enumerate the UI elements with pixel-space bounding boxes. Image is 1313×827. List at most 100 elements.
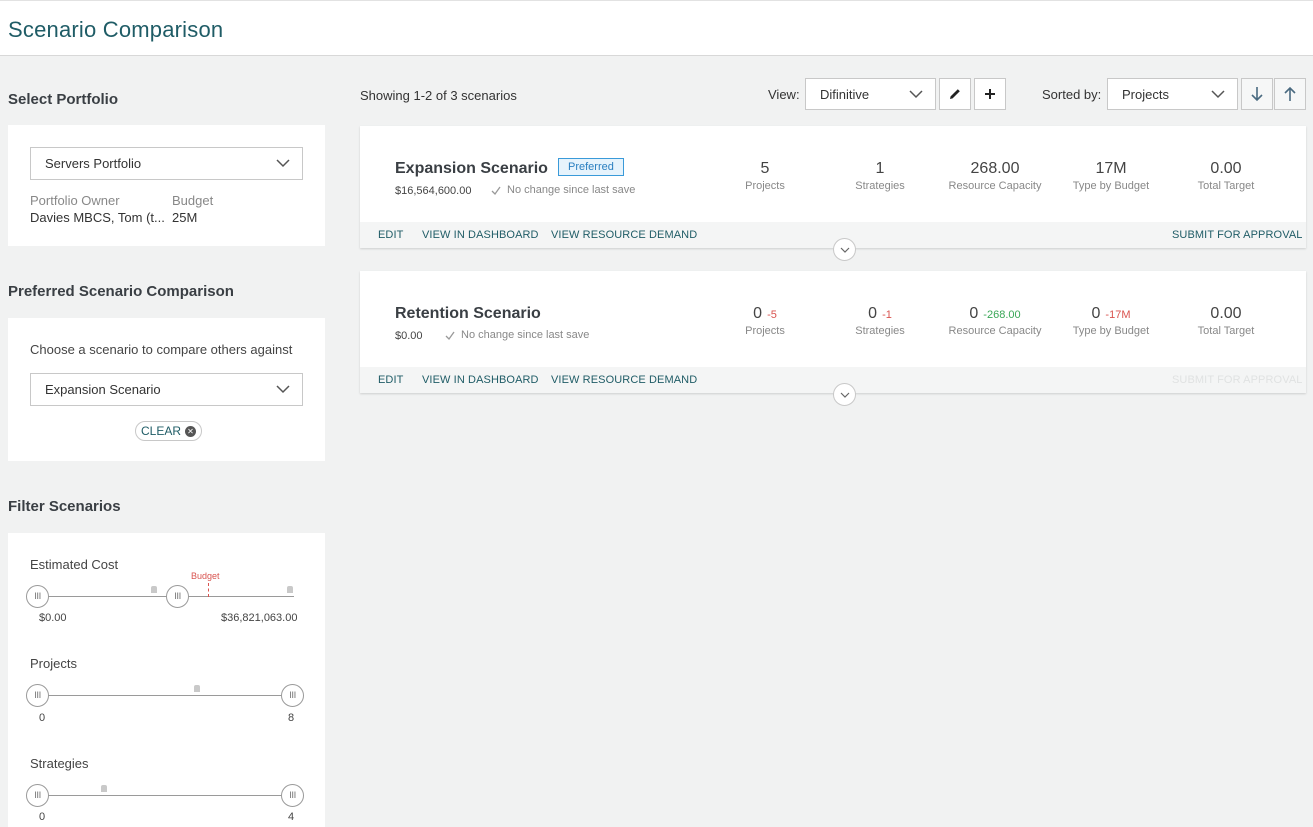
projects-filter-label: Projects: [30, 656, 77, 671]
preferred-comparison-title: Preferred Scenario Comparison: [8, 283, 234, 300]
view-resource-demand-link[interactable]: VIEW RESOURCE DEMAND: [551, 374, 697, 386]
view-select-value: Difinitive: [820, 86, 870, 102]
portfolio-owner-label: Portfolio Owner: [30, 193, 120, 208]
strategies-track: [38, 795, 294, 796]
strategies-max-handle[interactable]: III: [281, 784, 304, 807]
metric-delta: -17M: [1105, 309, 1131, 321]
strategies-min: 0: [39, 811, 46, 823]
sorted-by-label: Sorted by:: [1042, 87, 1102, 102]
preferred-prompt: Choose a scenario to compare others agai…: [30, 342, 293, 357]
portfolio-owner-value: Davies MBCS, Tom (t...: [30, 210, 165, 225]
budget-value: 25M: [172, 210, 198, 225]
projects-max: 8: [288, 712, 295, 724]
histogram-bar: [194, 685, 200, 692]
scenario-name[interactable]: Expansion Scenario: [395, 160, 548, 178]
metric-label: Strategies: [855, 325, 905, 337]
metric-label: Strategies: [855, 180, 905, 192]
scenario-name[interactable]: Retention Scenario: [395, 305, 541, 323]
scenario-cost: $16,564,600.00: [395, 185, 472, 197]
view-label: View:: [768, 87, 800, 102]
edit-view-button[interactable]: [939, 78, 971, 110]
projects-min-handle[interactable]: III: [26, 684, 49, 707]
chevron-down-icon: [1211, 90, 1225, 99]
metric-label: Resource Capacity: [948, 325, 1042, 337]
page-title: Scenario Comparison: [8, 17, 224, 42]
budget-label: Budget: [172, 193, 214, 208]
filter-panel: Estimated Cost Budget III III $0.00 $36,…: [8, 533, 325, 827]
chevron-down-icon: [276, 159, 290, 168]
metric-projects: 5 Projects: [705, 160, 825, 192]
strategies-min-handle[interactable]: III: [26, 784, 49, 807]
chevron-down-icon: [276, 385, 290, 394]
submit-for-approval-link: SUBMIT FOR APPROVAL: [1172, 374, 1303, 386]
preferred-panel: Choose a scenario to compare others agai…: [8, 318, 325, 461]
preferred-scenario-select[interactable]: Expansion Scenario: [30, 373, 303, 406]
budget-marker-label: Budget: [191, 571, 220, 581]
strategies-filter-label: Strategies: [30, 756, 89, 771]
scenario-card: Retention Scenario $0.00 No change since…: [360, 271, 1306, 406]
select-portfolio-title: Select Portfolio: [8, 91, 119, 108]
view-in-dashboard-link[interactable]: VIEW IN DASHBOARD: [422, 229, 539, 241]
view-in-dashboard-link[interactable]: VIEW IN DASHBOARD: [422, 374, 539, 386]
metric-value: 0.00: [1210, 305, 1242, 322]
page-header: Scenario Comparison: [0, 0, 1313, 56]
metric-label: Type by Budget: [1072, 325, 1150, 337]
metric-value: 5: [760, 160, 770, 177]
portfolio-select[interactable]: Servers Portfolio: [30, 147, 303, 180]
sort-select[interactable]: Projects: [1107, 78, 1238, 110]
metric-label: Type by Budget: [1072, 180, 1150, 192]
view-select[interactable]: Difinitive: [805, 78, 936, 110]
edit-link[interactable]: EDIT: [378, 229, 403, 241]
arrow-up-icon: [1284, 86, 1296, 101]
metric-total-target: 0.00 Total Target: [1166, 305, 1286, 337]
clear-label: CLEAR: [141, 424, 182, 438]
add-view-button[interactable]: [974, 78, 1006, 110]
submit-for-approval-link[interactable]: SUBMIT FOR APPROVAL: [1172, 229, 1302, 241]
close-icon: ✕: [185, 425, 197, 437]
sort-ascending-button[interactable]: [1274, 78, 1306, 110]
metric-label: Projects: [745, 325, 785, 337]
metric-value: 0: [753, 305, 763, 322]
expand-button[interactable]: [833, 383, 856, 406]
metric-resource-capacity: 268.00 Resource Capacity: [935, 160, 1055, 192]
portfolio-select-value: Servers Portfolio: [45, 156, 142, 171]
chevron-down-icon: [840, 247, 849, 253]
check-icon: [491, 186, 501, 195]
metric-resource-capacity: 0 -268.00 Resource Capacity: [935, 305, 1055, 337]
save-status-text: No change since last save: [461, 329, 590, 341]
check-icon: [445, 331, 455, 340]
projects-track: [38, 695, 294, 696]
projects-min: 0: [39, 712, 46, 724]
view-resource-demand-link[interactable]: VIEW RESOURCE DEMAND: [551, 229, 697, 241]
chevron-down-icon: [909, 90, 923, 99]
save-status: No change since last save: [445, 329, 589, 341]
estimated-cost-label: Estimated Cost: [30, 557, 119, 572]
estimated-cost-min-handle[interactable]: III: [26, 585, 49, 608]
save-status: No change since last save: [491, 184, 635, 196]
filter-scenarios-title: Filter Scenarios: [8, 498, 121, 515]
metric-value: 0: [1091, 305, 1101, 322]
metric-type-by-budget: 0 -17M Type by Budget: [1051, 305, 1171, 337]
metric-label: Resource Capacity: [948, 180, 1042, 192]
sort-select-value: Projects: [1122, 86, 1169, 102]
metric-strategies: 1 Strategies: [820, 160, 940, 192]
estimated-cost-max-handle[interactable]: III: [166, 585, 189, 608]
metric-value: 1: [875, 160, 885, 177]
estimated-cost-min: $0.00: [39, 612, 67, 624]
metric-value: 268.00: [970, 160, 1020, 177]
clear-button[interactable]: CLEAR ✕: [135, 421, 203, 441]
edit-link[interactable]: EDIT: [378, 374, 403, 386]
sort-descending-button[interactable]: [1241, 78, 1273, 110]
projects-max-handle[interactable]: III: [281, 684, 304, 707]
expand-button[interactable]: [833, 238, 856, 261]
histogram-bar: [287, 586, 293, 593]
metric-delta: -268.00: [983, 309, 1021, 321]
metric-delta: -1: [882, 309, 892, 321]
showing-count: Showing 1-2 of 3 scenarios: [360, 88, 517, 103]
metric-type-by-budget: 17M Type by Budget: [1051, 160, 1171, 192]
estimated-cost-max: $36,821,063.00: [221, 612, 298, 624]
plus-icon: [985, 89, 995, 99]
histogram-bar: [151, 586, 157, 593]
metric-value: 0.00: [1210, 160, 1242, 177]
metric-total-target: 0.00 Total Target: [1166, 160, 1286, 192]
